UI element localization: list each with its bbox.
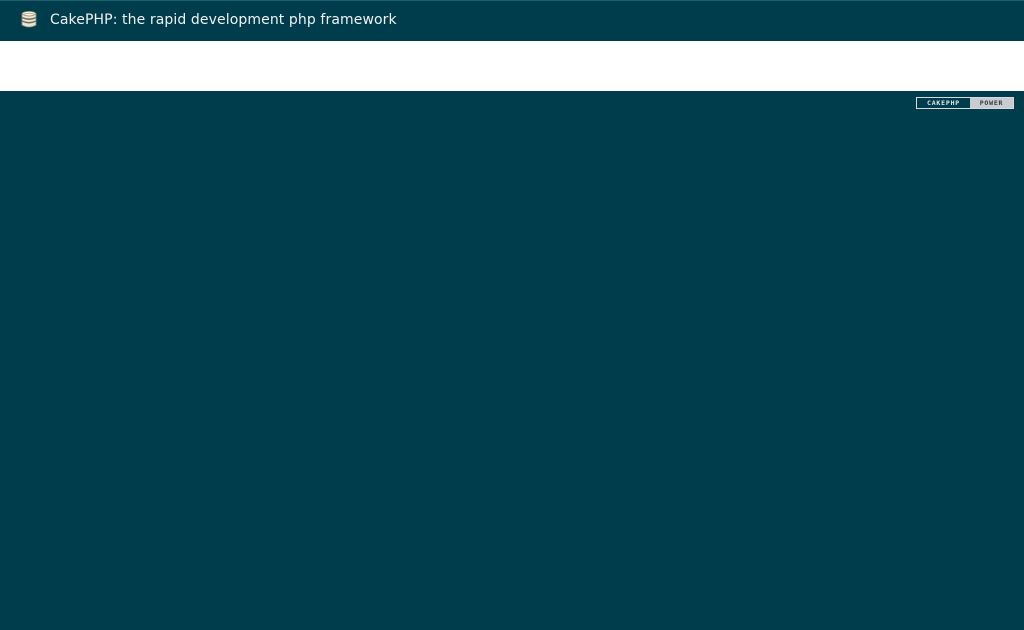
- header: CakePHP: the rapid development php frame…: [0, 1, 1024, 41]
- cake-icon: [21, 11, 37, 28]
- content-area: [0, 41, 1024, 91]
- page: CakePHP: the rapid development php frame…: [0, 0, 1024, 630]
- badge-cakephp-label: CAKEPHP: [917, 98, 970, 108]
- cakephp-power-badge[interactable]: CAKEPHP POWER: [916, 97, 1014, 109]
- badge-power-label: POWER: [970, 98, 1013, 108]
- header-title: CakePHP: the rapid development php frame…: [50, 12, 397, 28]
- footer: CAKEPHP POWER: [0, 91, 1024, 630]
- header-home-link[interactable]: CakePHP: the rapid development php frame…: [20, 10, 397, 30]
